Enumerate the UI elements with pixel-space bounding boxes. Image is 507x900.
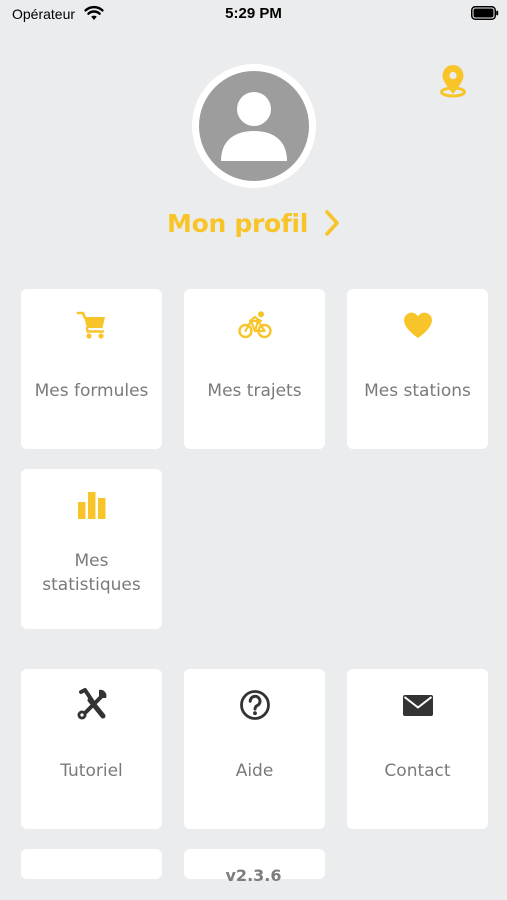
tile-label: Tutoriel bbox=[60, 761, 123, 781]
clock: 5:29 PM bbox=[225, 5, 282, 22]
heart-icon bbox=[403, 312, 432, 338]
tile-label: Mes statistiques bbox=[25, 549, 158, 597]
tile-mes-formules[interactable]: Mes formules bbox=[21, 289, 162, 449]
tile-tutoriel[interactable]: Tutoriel bbox=[21, 669, 162, 829]
tile-mes-stations[interactable]: Mes stations bbox=[347, 289, 488, 449]
chevron-right-icon bbox=[325, 210, 339, 236]
app-version: v2.3.6 bbox=[225, 866, 282, 885]
user-silhouette-icon bbox=[221, 92, 287, 161]
avatar[interactable] bbox=[192, 64, 316, 188]
mail-icon bbox=[402, 695, 433, 716]
tile-label: Mes trajets bbox=[207, 381, 302, 401]
tile-label: Aide bbox=[235, 761, 274, 781]
bar-chart-icon bbox=[77, 492, 105, 519]
tile-label: Mes stations bbox=[364, 381, 471, 401]
battery-icon bbox=[471, 6, 499, 20]
tile-label: Mes formules bbox=[34, 381, 149, 401]
tile-contact[interactable]: Contact bbox=[347, 669, 488, 829]
tile-mes-trajets[interactable]: Mes trajets bbox=[184, 289, 325, 449]
map-pin-icon[interactable] bbox=[438, 64, 468, 98]
profile-label: Mon profil bbox=[167, 208, 308, 238]
tile-label-line-1: Mes bbox=[74, 551, 109, 571]
tile-mes-statistiques[interactable]: Mes statistiques bbox=[21, 469, 162, 629]
bicycle-icon bbox=[237, 311, 272, 339]
tile-aide[interactable]: Aide bbox=[184, 669, 325, 829]
status-bar: Opérateur 5:29 PM bbox=[0, 0, 507, 30]
tile-label-line-2: statistiques bbox=[42, 575, 141, 595]
tile-label: Contact bbox=[384, 761, 451, 781]
avatar-placeholder bbox=[199, 71, 309, 181]
help-icon bbox=[239, 690, 270, 720]
profile-link[interactable]: Mon profil bbox=[0, 203, 507, 243]
cart-icon bbox=[76, 311, 105, 339]
tools-icon bbox=[77, 688, 106, 720]
